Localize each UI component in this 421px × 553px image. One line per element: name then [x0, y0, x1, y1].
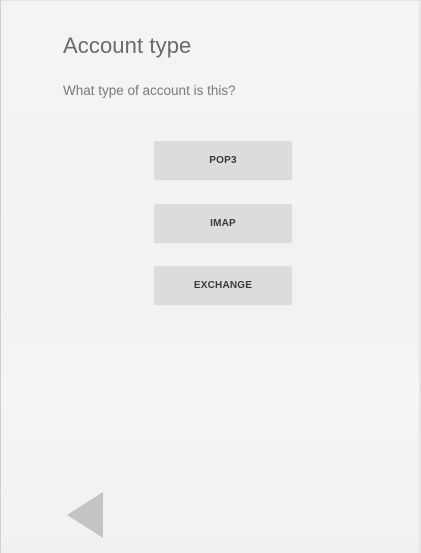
pop3-button[interactable]: POP3: [154, 141, 292, 179]
page-title: Account type: [63, 33, 192, 58]
imap-button[interactable]: IMAP: [154, 204, 292, 242]
back-button[interactable]: [65, 490, 105, 540]
exchange-button[interactable]: EXCHANGE: [154, 266, 292, 304]
back-triangle-icon: [67, 492, 103, 538]
page-subtitle: What type of account is this?: [63, 83, 236, 98]
account-type-screen: Account type What type of account is thi…: [0, 0, 421, 553]
